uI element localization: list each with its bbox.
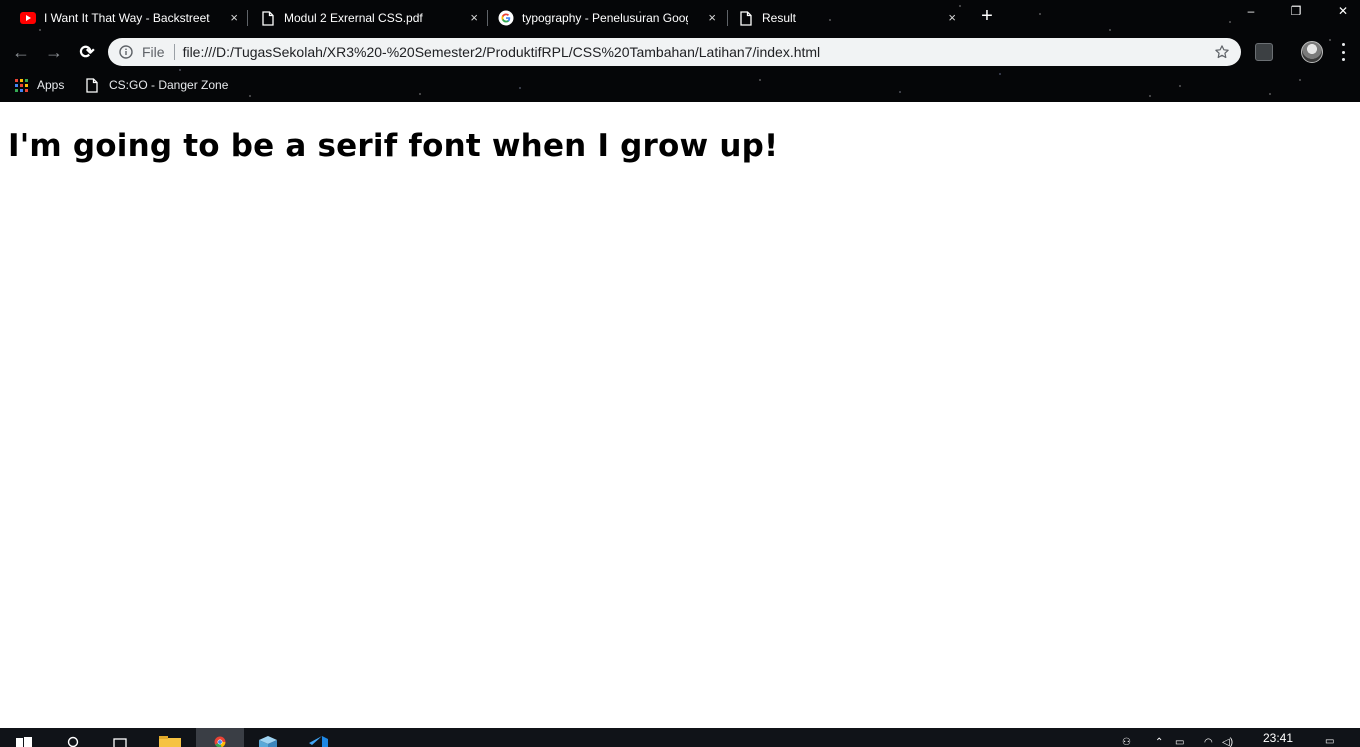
close-window-button[interactable]: ✕ (1333, 4, 1353, 18)
bookmark-csgo[interactable]: CS:GO - Danger Zone (84, 76, 228, 94)
file-icon (84, 77, 100, 93)
tab-title: Modul 2 Exrernal CSS.pdf (284, 11, 423, 25)
taskbar-chrome[interactable] (196, 728, 244, 747)
taskbar-app-box[interactable] (244, 728, 292, 747)
close-icon[interactable]: × (708, 10, 716, 26)
bookmarks-bar: Apps CS:GO - Danger Zone (0, 72, 1360, 98)
url-scheme-label: File (142, 44, 165, 60)
taskbar-file-explorer[interactable] (146, 728, 194, 747)
search-icon (67, 736, 79, 747)
page-viewport: I'm going to be a serif font when I grow… (0, 102, 1360, 728)
folder-icon (159, 736, 181, 747)
extension-icon[interactable] (1255, 43, 1273, 61)
google-icon (498, 10, 514, 26)
apps-grid-icon (15, 78, 28, 92)
vscode-icon (309, 736, 328, 747)
close-icon[interactable]: × (948, 10, 956, 26)
reload-icon: ⟳ (79, 42, 95, 62)
menu-dot (1341, 43, 1345, 46)
menu-dot (1341, 58, 1345, 61)
tab-title: Result (762, 11, 797, 25)
tab-title: I Want It That Way - Backstreet B (44, 11, 210, 25)
notifications-icon[interactable]: ▭ (1325, 736, 1334, 747)
tab-strip: I Want It That Way - Backstreet B × Modu… (0, 0, 1360, 34)
page-heading: I'm going to be a serif font when I grow… (8, 128, 779, 164)
file-icon (260, 10, 276, 26)
profile-avatar[interactable] (1301, 41, 1323, 63)
omnibox-divider (173, 44, 175, 60)
reload-button[interactable]: ⟳ (76, 41, 98, 63)
bookmark-label: Apps (37, 78, 65, 92)
back-button[interactable]: ← (10, 41, 32, 63)
browser-frame: I Want It That Way - Backstreet B × Modu… (0, 0, 1360, 102)
chrome-menu-button[interactable] (1335, 43, 1351, 61)
url-text[interactable]: file:///D:/TugasSekolah/XR3%20-%20Semest… (183, 44, 821, 60)
volume-icon[interactable]: ◁) (1222, 737, 1233, 747)
windows-taskbar: ⚇ ⌃ ▭ ◠ ◁) 23:41 ▭ (0, 728, 1360, 747)
people-icon[interactable]: ⚇ (1122, 737, 1131, 747)
arrow-right-icon: → (45, 42, 63, 62)
address-bar[interactable]: File file:///D:/TugasSekolah/XR3%20-%20S… (108, 38, 1241, 66)
tab-result[interactable]: Result × (718, 4, 964, 32)
windows-logo-icon (16, 737, 32, 747)
arrow-left-icon: ← (12, 42, 30, 62)
chrome-icon (214, 736, 226, 747)
tab-youtube[interactable]: I Want It That Way - Backstreet B × (0, 4, 246, 32)
forward-button[interactable]: → (43, 41, 65, 63)
restore-button[interactable]: ❐ (1286, 4, 1306, 18)
info-icon[interactable] (118, 44, 134, 60)
youtube-icon (20, 10, 36, 26)
box-icon (259, 736, 277, 747)
taskbar-vscode[interactable] (294, 728, 342, 747)
task-view-button[interactable] (96, 728, 144, 747)
start-button[interactable] (0, 728, 48, 747)
tab-title: typography - Penelusuran Googl (522, 11, 688, 25)
menu-dot (1341, 50, 1345, 54)
close-icon[interactable]: × (470, 10, 478, 26)
bookmark-apps[interactable]: Apps (15, 76, 64, 94)
taskbar-clock[interactable]: 23:41 (1256, 731, 1300, 745)
chevron-up-icon[interactable]: ⌃ (1155, 737, 1163, 747)
battery-icon[interactable]: ▭ (1175, 737, 1184, 747)
minimize-button[interactable]: – (1241, 4, 1261, 18)
wifi-icon[interactable]: ◠ (1204, 737, 1213, 747)
tab-modul-pdf[interactable]: Modul 2 Exrernal CSS.pdf × (240, 4, 486, 32)
bookmark-star-icon[interactable] (1213, 43, 1231, 61)
search-button[interactable] (50, 728, 98, 747)
tab-google-search[interactable]: typography - Penelusuran Googl × (478, 4, 724, 32)
bookmark-label: CS:GO - Danger Zone (109, 78, 229, 92)
file-icon (738, 10, 754, 26)
close-icon[interactable]: × (230, 10, 238, 26)
new-tab-button[interactable]: + (977, 6, 997, 26)
browser-toolbar: ← → ⟳ File file:///D:/TugasSekolah/XR3%2… (0, 36, 1360, 68)
task-view-icon (113, 738, 127, 747)
